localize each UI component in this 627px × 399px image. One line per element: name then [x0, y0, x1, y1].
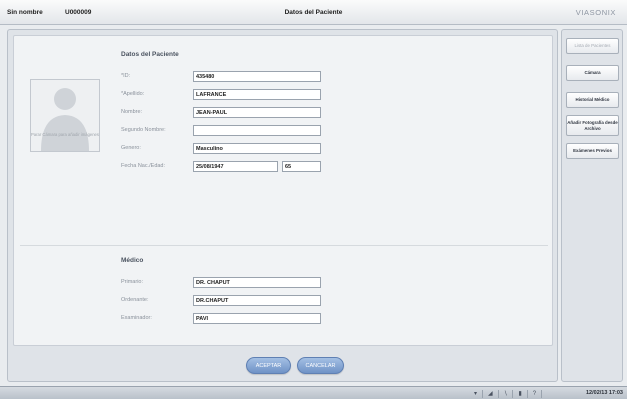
examiner-label: Examinador: — [121, 315, 152, 321]
ordering-doctor-field[interactable]: DR.CHAPUT — [193, 295, 321, 306]
system-tray: ▾ ◢ ∖ ▮ ? — [474, 389, 543, 398]
taskbar: ▾ ◢ ∖ ▮ ? 12/02/13 17:03 — [0, 386, 627, 399]
bluetooth-icon[interactable]: ∖ — [504, 390, 508, 397]
network-icon[interactable]: ▾ — [474, 390, 477, 397]
patient-form: Parar Cámara para añadir imágenes Datos … — [13, 35, 553, 346]
age-field[interactable]: 65 — [282, 161, 321, 172]
power-icon[interactable]: ▮ — [518, 390, 521, 397]
primary-doctor-field[interactable]: DR. CHAPUT — [193, 277, 321, 288]
examiner-field[interactable]: PAVI — [193, 313, 321, 324]
main-panel: Parar Cámara para añadir imágenes Datos … — [7, 29, 558, 382]
birthdate-field[interactable]: 25/08/1947 — [193, 161, 278, 172]
patient-list-button[interactable]: Lista de Pacientes — [566, 38, 619, 54]
sidebar: Lista de Pacientes Cámara Historial Médi… — [561, 29, 623, 382]
id-label: *ID: — [121, 73, 131, 79]
id-field[interactable]: 435480 — [193, 71, 321, 82]
last-name-label: *Apellido: — [121, 91, 145, 97]
cancel-button[interactable]: CANCELAR — [297, 357, 344, 374]
tray-separator — [512, 389, 514, 398]
tray-separator — [526, 389, 528, 398]
page-title: Datos del Paciente — [284, 9, 343, 16]
medical-history-button[interactable]: Historial Médico — [566, 92, 619, 108]
tray-separator — [482, 389, 484, 398]
avatar-placeholder-icon — [41, 88, 89, 151]
first-name-label: Nombre: — [121, 109, 143, 115]
primary-doctor-label: Primario: — [121, 279, 144, 285]
accept-button[interactable]: ACEPTAR — [246, 357, 291, 374]
birthdate-label: Fecha Nac./Edad: — [121, 163, 166, 169]
doctor-section-title: Médico — [121, 257, 144, 264]
middle-name-label: Segundo Nombre: — [121, 127, 166, 133]
volume-icon[interactable]: ◢ — [488, 390, 493, 397]
ordering-doctor-label: Ordenante: — [121, 297, 149, 303]
add-photo-from-file-button[interactable]: Añadir Fotografía desde Archivo — [566, 115, 619, 136]
clock: 12/02/13 17:03 — [585, 390, 623, 396]
tray-separator — [541, 389, 543, 398]
help-icon[interactable]: ? — [533, 391, 536, 397]
tray-separator — [497, 389, 499, 398]
first-name-field[interactable]: JEAN-PAUL — [193, 107, 321, 118]
section-divider — [20, 245, 548, 246]
patient-section-title: Datos del Paciente — [121, 51, 179, 58]
camera-button[interactable]: Cámara — [566, 65, 619, 81]
gender-field[interactable]: Masculino — [193, 143, 321, 154]
last-name-field[interactable]: LAFRANCE — [193, 89, 321, 100]
middle-name-field[interactable] — [193, 125, 321, 136]
brand-logo: VIASONIX — [575, 8, 616, 17]
photo-caption: Parar Cámara para añadir imágenes — [31, 132, 99, 137]
title-bar: Sin nombre U000009 Datos del Paciente VI… — [0, 0, 627, 25]
patient-photo[interactable]: Parar Cámara para añadir imágenes — [30, 79, 100, 152]
gender-label: Genero: — [121, 145, 141, 151]
previous-exams-button[interactable]: Exámenes Previos — [566, 143, 619, 159]
